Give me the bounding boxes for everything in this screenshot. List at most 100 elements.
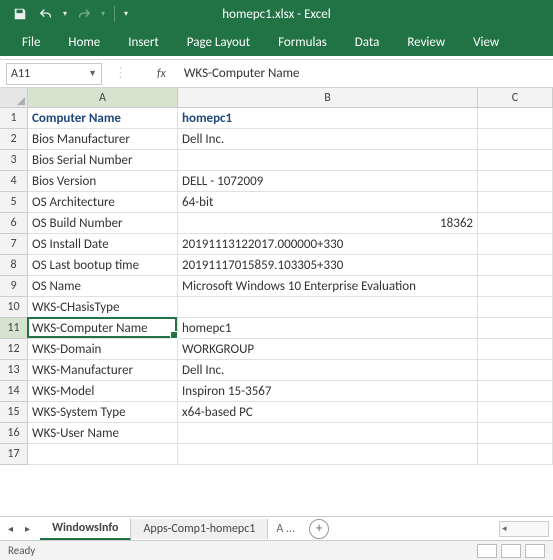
row-header[interactable]: 11 xyxy=(0,318,28,339)
cell[interactable] xyxy=(478,192,553,213)
cell[interactable]: OS Build Number xyxy=(28,213,178,234)
cell[interactable] xyxy=(178,423,478,444)
cell[interactable]: x64-based PC xyxy=(178,402,478,423)
cell[interactable] xyxy=(478,213,553,234)
cell[interactable] xyxy=(478,381,553,402)
cell[interactable]: WKS-User Name xyxy=(28,423,178,444)
qat-customize-icon[interactable]: ▾ xyxy=(121,2,131,26)
horizontal-scrollbar[interactable] xyxy=(499,521,549,537)
cell[interactable]: OS Name xyxy=(28,276,178,297)
formula-input[interactable]: WKS-Computer Name xyxy=(178,66,547,81)
cell[interactable] xyxy=(478,171,553,192)
col-header-a[interactable]: A xyxy=(28,88,178,108)
cell[interactable] xyxy=(478,339,553,360)
cell[interactable]: homepc1 xyxy=(178,108,478,129)
row-header[interactable]: 9 xyxy=(0,276,28,297)
tab-home[interactable]: Home xyxy=(54,29,114,56)
cell[interactable] xyxy=(178,297,478,318)
cell[interactable]: OS Install Date xyxy=(28,234,178,255)
cell[interactable]: homepc1 xyxy=(178,318,478,339)
tab-insert[interactable]: Insert xyxy=(114,29,173,56)
cell[interactable] xyxy=(478,255,553,276)
cell[interactable]: OS Architecture xyxy=(28,192,178,213)
cell[interactable]: 20191117015859.103305+330 xyxy=(178,255,478,276)
row-header[interactable]: 7 xyxy=(0,234,28,255)
col-header-c[interactable]: C xyxy=(478,88,553,108)
cell[interactable]: Bios Manufacturer xyxy=(28,129,178,150)
cell[interactable] xyxy=(178,150,478,171)
cell[interactable]: WKS-Domain xyxy=(28,339,178,360)
cell[interactable] xyxy=(478,234,553,255)
cell[interactable] xyxy=(478,276,553,297)
cell[interactable] xyxy=(478,318,553,339)
save-icon[interactable] xyxy=(8,2,32,26)
cell[interactable]: WKS-System Type xyxy=(28,402,178,423)
sheet-nav-prev-icon[interactable]: ◂ xyxy=(8,522,13,535)
row-header[interactable]: 5 xyxy=(0,192,28,213)
redo-icon[interactable] xyxy=(72,2,96,26)
row-header[interactable]: 15 xyxy=(0,402,28,423)
cell[interactable]: DELL - 1072009 xyxy=(178,171,478,192)
view-pagebreak-icon[interactable] xyxy=(525,544,545,558)
cell[interactable]: Computer Name xyxy=(28,108,178,129)
cell[interactable]: 18362 xyxy=(178,213,478,234)
select-all-corner[interactable] xyxy=(0,88,28,108)
sheet-tab-more[interactable]: A ... xyxy=(268,519,303,539)
row-header[interactable]: 14 xyxy=(0,381,28,402)
sheet-tab-windowsinfo[interactable]: WindowsInfo xyxy=(40,518,131,540)
cell[interactable]: Bios Version xyxy=(28,171,178,192)
cell[interactable] xyxy=(478,444,553,465)
cell[interactable]: 20191113122017.000000+330 xyxy=(178,234,478,255)
cell[interactable] xyxy=(478,360,553,381)
cell[interactable]: OS Last bootup time xyxy=(28,255,178,276)
col-header-b[interactable]: B xyxy=(178,88,478,108)
cell[interactable]: 64-bit xyxy=(178,192,478,213)
row-header[interactable]: 12 xyxy=(0,339,28,360)
cell[interactable] xyxy=(478,402,553,423)
row-header[interactable]: 10 xyxy=(0,297,28,318)
fx-icon[interactable]: fx xyxy=(157,67,166,81)
cell[interactable] xyxy=(478,297,553,318)
tab-view[interactable]: View xyxy=(459,29,513,56)
tab-data[interactable]: Data xyxy=(341,29,394,56)
cell[interactable]: Bios Serial Number xyxy=(28,150,178,171)
tab-pagelayout[interactable]: Page Layout xyxy=(173,29,264,56)
row-header[interactable]: 17 xyxy=(0,444,28,465)
cell[interactable]: Microsoft Windows 10 Enterprise Evaluati… xyxy=(178,276,478,297)
cell[interactable]: WKS-CHasisType xyxy=(28,297,178,318)
row-header[interactable]: 2 xyxy=(0,129,28,150)
row-header[interactable]: 3 xyxy=(0,150,28,171)
view-pagelayout-icon[interactable] xyxy=(501,544,521,558)
row-header[interactable]: 1 xyxy=(0,108,28,129)
add-sheet-button[interactable]: + xyxy=(309,519,329,539)
cell[interactable] xyxy=(478,423,553,444)
cell[interactable]: WORKGROUP xyxy=(178,339,478,360)
cell[interactable] xyxy=(478,129,553,150)
cell[interactable]: WKS-Manufacturer xyxy=(28,360,178,381)
tab-review[interactable]: Review xyxy=(393,29,459,56)
row-header[interactable]: 13 xyxy=(0,360,28,381)
cell[interactable] xyxy=(478,108,553,129)
row-header[interactable]: 16 xyxy=(0,423,28,444)
name-box-dropdown-icon[interactable]: ▼ xyxy=(88,68,97,79)
sheet-nav[interactable]: ◂ ▸ xyxy=(8,522,40,535)
tab-file[interactable]: File xyxy=(8,29,54,56)
cell[interactable] xyxy=(478,150,553,171)
sheet-nav-next-icon[interactable]: ▸ xyxy=(25,522,30,535)
undo-icon[interactable] xyxy=(34,2,58,26)
view-normal-icon[interactable] xyxy=(477,544,497,558)
spreadsheet-grid[interactable]: A B C 1Computer Namehomepc12Bios Manufac… xyxy=(0,88,553,465)
undo-dropdown-icon[interactable]: ▾ xyxy=(60,2,70,26)
tab-formulas[interactable]: Formulas xyxy=(264,29,341,56)
name-box[interactable]: A11 ▼ xyxy=(6,63,102,85)
row-header[interactable]: 8 xyxy=(0,255,28,276)
cell[interactable]: Dell Inc. xyxy=(178,360,478,381)
cell[interactable]: Inspiron 15-3567 xyxy=(178,381,478,402)
row-header[interactable]: 4 xyxy=(0,171,28,192)
row-header[interactable]: 6 xyxy=(0,213,28,234)
cell[interactable]: Dell Inc. xyxy=(178,129,478,150)
cell[interactable] xyxy=(28,444,178,465)
cell[interactable]: WKS-Computer Name xyxy=(28,318,178,339)
cell[interactable] xyxy=(178,444,478,465)
cell[interactable]: WKS-Model xyxy=(28,381,178,402)
